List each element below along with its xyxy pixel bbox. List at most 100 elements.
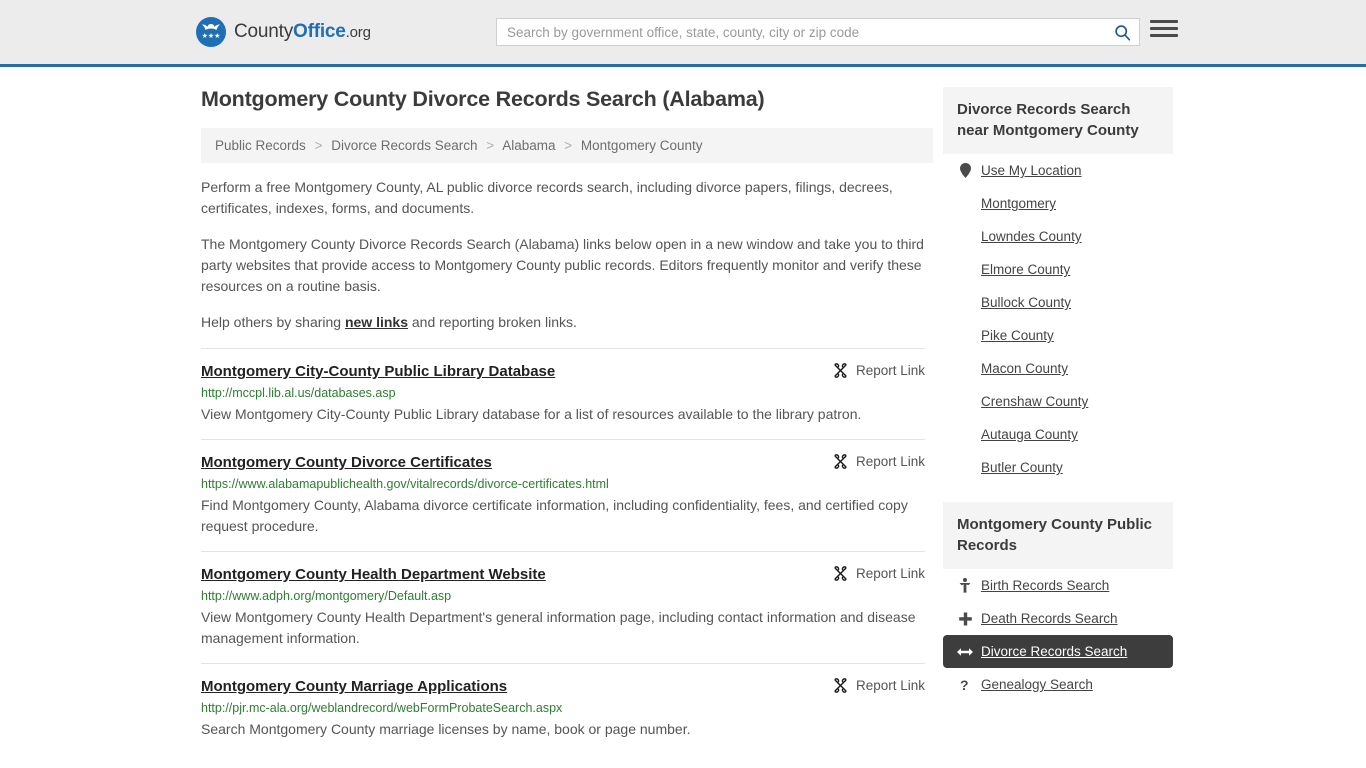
result-title-link[interactable]: Montgomery County Marriage Applications (201, 677, 507, 696)
page-body: Montgomery County Divorce Records Search… (0, 67, 1366, 754)
result-url[interactable]: http://www.adph.org/montgomery/Default.a… (201, 588, 925, 604)
sidebar-item-lowndes-county[interactable]: Lowndes County (943, 220, 1173, 253)
report-link-button[interactable]: Report Link (821, 454, 925, 469)
hamburger-menu-icon[interactable] (1150, 20, 1178, 37)
sidebar-item-elmore-county[interactable]: Elmore County (943, 253, 1173, 286)
search-input[interactable] (497, 19, 1105, 45)
sidebar-public-records-box: Montgomery County Public Records Birth R… (943, 502, 1173, 701)
sidebar-public-records-heading: Montgomery County Public Records (943, 502, 1173, 569)
sidebar-item-montgomery[interactable]: Montgomery (943, 187, 1173, 220)
svg-text:?: ? (960, 677, 969, 692)
brand-part-org: .org (345, 24, 371, 41)
breadcrumb-separator: > (314, 138, 323, 153)
result-header: Montgomery County Health Department Webs… (201, 565, 925, 584)
intro-p3-after: and reporting broken links. (408, 314, 577, 330)
search-button[interactable] (1105, 19, 1139, 45)
sidebar-item-label: Birth Records Search (981, 578, 1110, 593)
sidebar-item-label: Use My Location (981, 163, 1082, 178)
report-link-button[interactable]: Report Link (821, 678, 925, 693)
sidebar-item-use-my-location[interactable]: Use My Location (943, 154, 1173, 187)
result-item: Montgomery County Marriage Applications R… (201, 663, 925, 754)
report-link-label: Report Link (855, 678, 925, 693)
sidebar-item-pike-county[interactable]: Pike County (943, 319, 1173, 352)
breadcrumb-item-0[interactable]: Public Records (215, 138, 306, 153)
new-links-link[interactable]: new links (345, 314, 408, 330)
result-header: Montgomery County Marriage Applications R… (201, 677, 925, 696)
sidebar-nearby-list: Use My Location Montgomery Lowndes County E… (943, 154, 1173, 484)
stars-icon: ★★★ (201, 33, 221, 40)
sidebar-item-butler-county[interactable]: Butler County (943, 451, 1173, 484)
result-header: Montgomery County Divorce Certificates Re… (201, 453, 925, 472)
sidebar-item-bullock-county[interactable]: Bullock County (943, 286, 1173, 319)
sidebar-item-label: Lowndes County (981, 229, 1082, 244)
search-icon (1114, 24, 1130, 41)
sidebar-item-label: Death Records Search (981, 611, 1118, 626)
map-pin-icon (957, 163, 973, 178)
page-title: Montgomery County Divorce Records Search… (201, 87, 765, 111)
eagle-shield-logo-icon: ★★★ (196, 17, 226, 47)
sidebar-item-death-records-search[interactable]: Death Records Search (943, 602, 1173, 635)
sidebar-item-label: Crenshaw County (981, 394, 1089, 409)
sidebar-item-label: Bullock County (981, 295, 1072, 310)
site-header: ★★★ CountyOffice.org (0, 0, 1366, 67)
hamburger-bar (1150, 20, 1178, 23)
sidebar-nearby-heading: Divorce Records Search near Montgomery C… (943, 87, 1173, 154)
broken-link-icon (834, 454, 847, 469)
sidebar-item-macon-county[interactable]: Macon County (943, 352, 1173, 385)
site-logo-link[interactable]: ★★★ CountyOffice.org (196, 17, 371, 47)
broken-link-icon (834, 678, 847, 693)
result-url[interactable]: http://pjr.mc-ala.org/weblandrecord/webF… (201, 700, 925, 716)
question-mark-icon: ? (957, 677, 973, 692)
broken-link-icon (834, 566, 847, 581)
result-title-link[interactable]: Montgomery County Health Department Webs… (201, 565, 546, 584)
sidebar-nearby-box: Divorce Records Search near Montgomery C… (943, 87, 1173, 484)
sidebar-public-records-list: Birth Records Search Death Records Search… (943, 569, 1173, 701)
breadcrumb-separator: > (564, 138, 573, 153)
result-title-link[interactable]: Montgomery County Divorce Certificates (201, 453, 492, 472)
result-description: View Montgomery City-County Public Libra… (201, 406, 862, 422)
sidebar-item-label: Divorce Records Search (981, 644, 1128, 659)
results-list: Montgomery City-County Public Library Da… (201, 348, 925, 754)
hamburger-bar (1150, 27, 1178, 30)
sidebar-item-genealogy-search[interactable]: ? Genealogy Search (943, 668, 1173, 701)
question-mark-icon: ? (960, 677, 969, 692)
report-link-button[interactable]: Report Link (821, 566, 925, 581)
sidebar: Divorce Records Search near Montgomery C… (943, 87, 1173, 719)
left-right-arrow-icon (957, 647, 973, 656)
sidebar-item-label: Genealogy Search (981, 677, 1093, 692)
main-content: Montgomery County Divorce Records Search… (193, 87, 933, 754)
sidebar-item-crenshaw-county[interactable]: Crenshaw County (943, 385, 1173, 418)
sidebar-item-label: Montgomery (981, 196, 1057, 211)
breadcrumb-item-2[interactable]: Alabama (502, 138, 555, 153)
result-description: Search Montgomery County marriage licens… (201, 721, 691, 737)
brand-part-office: Office (293, 21, 346, 42)
report-link-label: Report Link (855, 363, 925, 378)
intro-text: Perform a free Montgomery County, AL pub… (201, 177, 925, 333)
result-item: Montgomery County Health Department Webs… (201, 551, 925, 663)
breadcrumb: Public Records > Divorce Records Search … (201, 128, 933, 163)
result-url[interactable]: http://mccpl.lib.al.us/databases.asp (201, 385, 925, 401)
left-right-arrow-icon (957, 647, 973, 657)
report-link-label: Report Link (855, 566, 925, 581)
result-title-link[interactable]: Montgomery City-County Public Library Da… (201, 362, 555, 381)
baby-icon (959, 578, 971, 593)
cross-icon (957, 612, 973, 626)
result-description: Find Montgomery County, Alabama divorce … (201, 497, 908, 534)
result-description: View Montgomery County Health Department… (201, 609, 916, 646)
intro-p3-before: Help others by sharing (201, 314, 345, 330)
sidebar-item-autauga-county[interactable]: Autauga County (943, 418, 1173, 451)
report-link-button[interactable]: Report Link (821, 363, 925, 378)
sidebar-item-label: Elmore County (981, 262, 1071, 277)
sidebar-item-label: Pike County (981, 328, 1054, 343)
eagle-icon (202, 24, 220, 30)
intro-paragraph-3: Help others by sharing new links and rep… (201, 312, 925, 333)
sidebar-item-birth-records-search[interactable]: Birth Records Search (943, 569, 1173, 602)
breadcrumb-item-3[interactable]: Montgomery County (581, 138, 703, 153)
broken-link-icon (834, 363, 847, 378)
breadcrumb-item-1[interactable]: Divorce Records Search (331, 138, 477, 153)
result-url[interactable]: https://www.alabamapublichealth.gov/vita… (201, 476, 925, 492)
search-bar[interactable] (496, 18, 1140, 46)
brand-part-county: County (234, 21, 294, 42)
result-item: Montgomery City-County Public Library Da… (201, 348, 925, 439)
sidebar-item-divorce-records-search[interactable]: Divorce Records Search (943, 635, 1173, 668)
